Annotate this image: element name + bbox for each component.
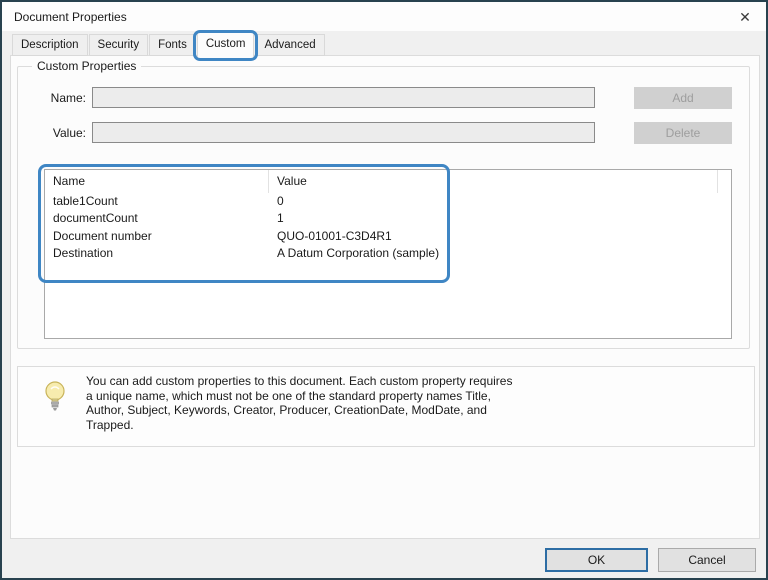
list-row[interactable]: Document number QUO-01001-C3D4R1 [45, 228, 731, 245]
tip-line: a unique name, which must not be one of … [86, 388, 491, 403]
custom-properties-list: Name Value table1Count 0 documentCount 1… [44, 169, 732, 339]
tip-line: You can add custom properties to this do… [86, 374, 513, 388]
property-name: Document number [53, 228, 152, 243]
name-input[interactable] [92, 87, 595, 108]
property-name: Destination [53, 246, 114, 261]
name-field-row: Name: Add [18, 87, 749, 109]
value-field-row: Value: Delete [18, 122, 749, 144]
tab-description[interactable]: Description [12, 34, 88, 56]
title-bar: Document Properties ✕ [2, 2, 766, 31]
add-button[interactable]: Add [634, 87, 732, 109]
cancel-button[interactable]: Cancel [658, 548, 756, 572]
tip-text: You can add custom properties to this do… [86, 374, 586, 432]
property-name: table1Count [53, 194, 118, 208]
tab-strip: Description Security Fonts Custom Advanc… [12, 30, 326, 61]
property-value: A Datum Corporation (sample) [277, 246, 440, 261]
tab-custom-label: Custom [205, 38, 246, 50]
dialog-footer: OK Cancel [2, 537, 766, 578]
tip-line: Author, Subject, Keywords, Creator, Prod… [86, 403, 487, 418]
tab-advanced[interactable]: Advanced [255, 34, 325, 56]
ok-button[interactable]: OK [545, 548, 648, 572]
value-label: Value: [52, 126, 86, 140]
property-value: QUO-01001-C3D4R1 [277, 228, 392, 243]
property-value: 0 [277, 194, 284, 208]
value-input[interactable] [92, 122, 595, 143]
column-header-value[interactable]: Value [269, 170, 718, 193]
tab-fonts[interactable]: Fonts [149, 34, 196, 56]
list-row[interactable]: table1Count 0 [45, 193, 731, 210]
custom-properties-groupbox: Custom Properties Name: Add Value: Delet… [17, 59, 750, 349]
window-title: Document Properties [14, 9, 127, 24]
tip-line: Trapped. [86, 417, 134, 432]
delete-button[interactable]: Delete [634, 122, 732, 144]
tab-custom[interactable]: Custom [192, 30, 259, 61]
lightbulb-icon [43, 380, 67, 419]
column-header-name[interactable]: Name [45, 170, 269, 193]
tip-box: You can add custom properties to this do… [17, 366, 755, 447]
property-value: 1 [277, 211, 284, 226]
list-header: Name Value [45, 170, 731, 193]
name-label: Name: [50, 91, 86, 105]
list-row[interactable]: Destination A Datum Corporation (sample) [45, 245, 731, 262]
close-icon[interactable]: ✕ [736, 8, 754, 26]
groupbox-label: Custom Properties [32, 59, 142, 73]
property-name: documentCount [53, 211, 138, 226]
custom-tab-page: Custom Properties Name: Add Value: Delet… [10, 55, 760, 539]
document-properties-dialog: Document Properties ✕ Description Securi… [0, 0, 768, 580]
tab-security[interactable]: Security [88, 34, 149, 56]
list-row[interactable]: documentCount 1 [45, 210, 731, 227]
